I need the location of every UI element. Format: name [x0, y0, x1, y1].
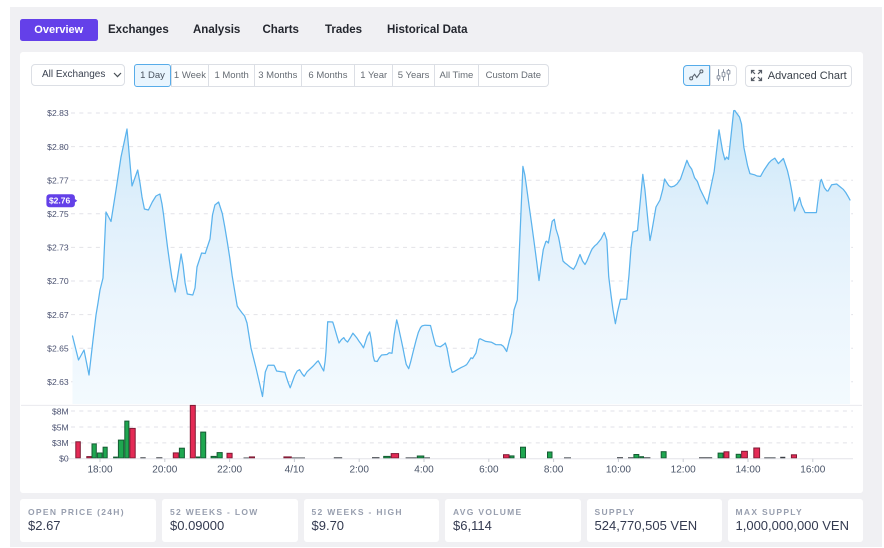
svg-text:2:00: 2:00 [349, 465, 369, 476]
svg-text:6:00: 6:00 [479, 465, 499, 476]
svg-text:$2.83: $2.83 [47, 108, 69, 118]
svg-text:20:00: 20:00 [152, 465, 177, 476]
svg-text:$2.65: $2.65 [47, 343, 69, 353]
svg-text:$2.75: $2.75 [47, 209, 69, 219]
svg-text:18:00: 18:00 [87, 465, 112, 476]
svg-text:22:00: 22:00 [217, 465, 242, 476]
svg-text:$2.80: $2.80 [47, 142, 69, 152]
svg-text:10:00: 10:00 [606, 465, 631, 476]
svg-text:$8M: $8M [52, 407, 69, 417]
svg-text:$2.73: $2.73 [47, 243, 69, 253]
svg-text:$2.76: $2.76 [49, 196, 71, 206]
svg-text:4/10: 4/10 [285, 465, 305, 476]
svg-text:$3M: $3M [52, 438, 69, 448]
svg-text:$0: $0 [59, 453, 69, 463]
svg-text:$2.70: $2.70 [47, 276, 69, 286]
svg-text:4:00: 4:00 [414, 465, 434, 476]
svg-text:$5M: $5M [52, 422, 69, 432]
svg-text:16:00: 16:00 [800, 465, 825, 476]
svg-text:$2.67: $2.67 [47, 310, 69, 320]
svg-text:14:00: 14:00 [735, 465, 760, 476]
svg-text:$2.63: $2.63 [47, 377, 69, 387]
svg-text:8:00: 8:00 [544, 465, 564, 476]
svg-text:$2.77: $2.77 [47, 175, 69, 185]
svg-text:12:00: 12:00 [671, 465, 696, 476]
